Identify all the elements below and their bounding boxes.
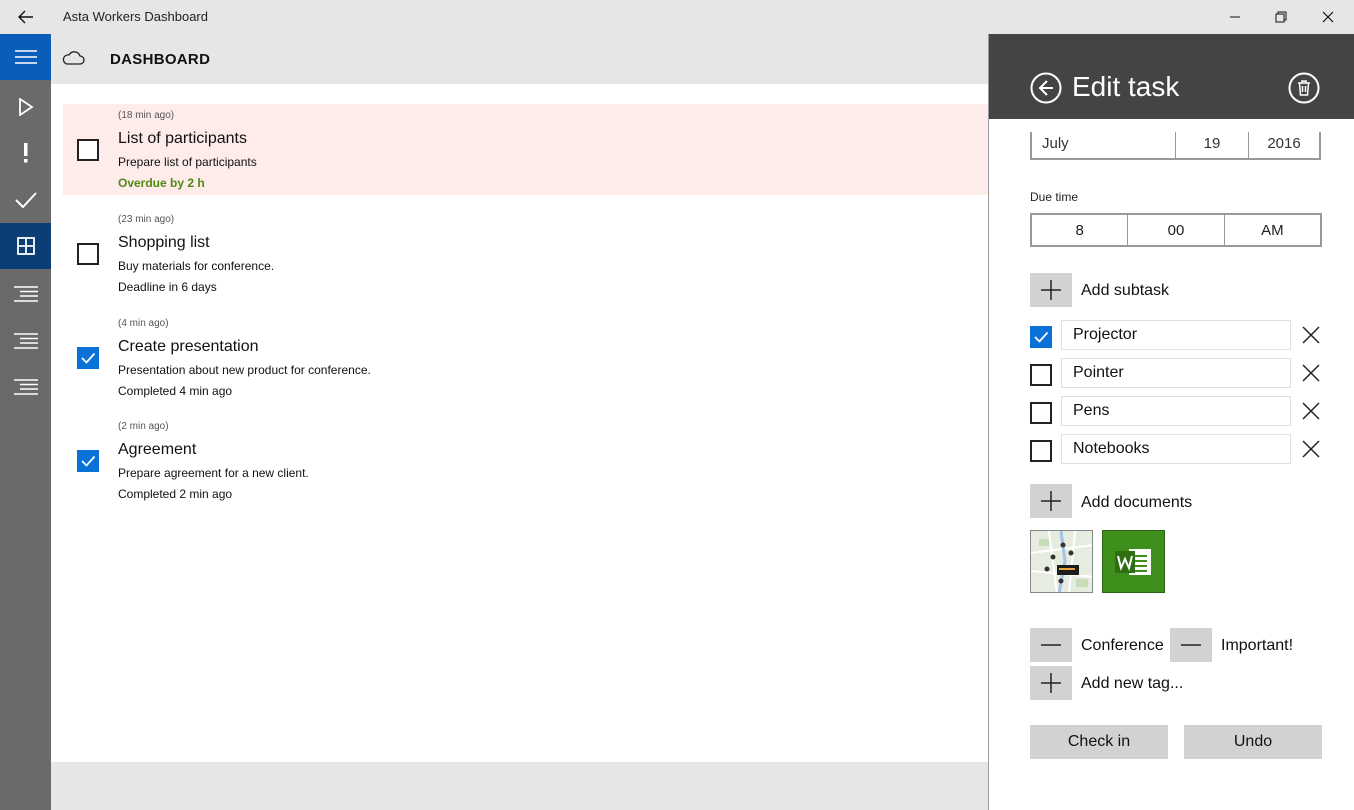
task-time-ago: (23 min ago) [118,214,175,225]
minimize-button[interactable] [1212,0,1258,34]
close-window-button[interactable] [1305,0,1351,34]
task-description: Prepare agreement for a new client. [118,466,309,480]
task-status: Overdue by 2 h [118,176,205,190]
remove-tag-button[interactable] [1170,628,1212,662]
task-status: Completed 2 min ago [118,487,233,501]
subtask-input[interactable]: Notebooks [1061,434,1291,464]
due-date-day[interactable]: 19 [1176,132,1249,158]
task-status: Deadline in 6 days [118,280,217,294]
subtask-checkbox[interactable] [1030,440,1052,462]
list-icon[interactable] [0,318,51,364]
nav-rail [0,34,51,810]
edit-panel-title: Edit task [1072,71,1180,102]
minus-icon [1181,644,1201,646]
task-status: Completed 4 min ago [118,384,233,398]
task-time-ago: (18 min ago) [118,110,175,121]
exclamation-icon[interactable] [0,130,51,176]
page-header: DASHBOARD [51,34,988,84]
page-title: DASHBOARD [110,51,211,68]
edit-task-panel: Edit task July 19 2016 Due time 8 00 AM … [988,34,1354,810]
due-date-month[interactable]: July [1032,132,1176,158]
back-circle-icon[interactable] [1030,72,1062,104]
tag-label: Important! [1221,637,1294,654]
restore-button[interactable] [1258,0,1304,34]
hamburger-icon[interactable] [0,34,51,80]
add-tag-button[interactable] [1030,666,1072,700]
due-date-year[interactable]: 2016 [1249,132,1319,158]
add-subtask-button[interactable] [1030,273,1072,307]
task-title: Create presentation [118,338,259,355]
remove-subtask-icon[interactable] [1299,323,1323,347]
undo-button[interactable]: Undo [1184,725,1322,759]
checkmark-icon [81,352,96,364]
due-time-ampm[interactable]: AM [1225,215,1320,245]
list-icon[interactable] [0,364,51,410]
check-in-button[interactable]: Check in [1030,725,1168,759]
due-time-picker[interactable]: 8 00 AM [1030,213,1322,247]
grid-icon[interactable] [0,223,51,269]
due-time-label: Due time [1030,190,1079,204]
task-checkbox[interactable] [77,139,99,161]
play-icon[interactable] [0,84,51,130]
task-time-ago: (4 min ago) [118,318,169,329]
bottom-bar [51,762,988,810]
window-title: Asta Workers Dashboard [63,9,208,24]
task-title: List of participants [118,130,247,147]
cloud-icon[interactable] [61,50,85,71]
check-icon[interactable] [0,177,51,223]
plus-icon [1041,673,1061,693]
word-document-thumbnail[interactable] [1102,530,1165,593]
subtask-input[interactable]: Projector [1061,320,1291,350]
back-arrow-icon[interactable] [8,0,44,34]
word-icon [1114,548,1151,575]
subtask-checkbox[interactable] [1030,326,1052,348]
task-item[interactable]: (4 min ago) Create presentation Presenta… [63,312,988,403]
remove-tag-button[interactable] [1030,628,1072,662]
task-list: (18 min ago) List of participants Prepar… [51,84,988,762]
task-item[interactable]: (23 min ago) Shopping list Buy materials… [63,208,988,299]
add-documents-label[interactable]: Add documents [1081,494,1192,512]
list-icon[interactable] [0,271,51,317]
delete-icon[interactable] [1288,72,1320,104]
title-bar: Asta Workers Dashboard [0,0,1354,34]
due-time-minute[interactable]: 00 [1128,215,1225,245]
remove-subtask-icon[interactable] [1299,437,1323,461]
task-description: Prepare list of participants [118,155,257,169]
task-title: Shopping list [118,234,210,251]
task-description: Presentation about new product for confe… [118,363,371,377]
subtask-input[interactable]: Pointer [1061,358,1291,388]
task-checkbox[interactable] [77,450,99,472]
task-title: Agreement [118,441,197,458]
add-subtask-label[interactable]: Add subtask [1081,282,1169,300]
tag-label: Conference [1081,637,1164,654]
task-checkbox[interactable] [77,243,99,265]
add-documents-button[interactable] [1030,484,1072,518]
remove-subtask-icon[interactable] [1299,399,1323,423]
plus-icon [1041,491,1061,511]
task-item[interactable]: (18 min ago) List of participants Prepar… [63,104,988,195]
subtask-input[interactable]: Pens [1061,396,1291,426]
edit-panel-header: Edit task [989,34,1354,119]
minus-icon [1041,644,1061,646]
map-image-thumbnail[interactable] [1030,530,1093,593]
plus-icon [1041,280,1061,300]
due-time-hour[interactable]: 8 [1032,215,1129,245]
task-item[interactable]: (2 min ago) Agreement Prepare agreement … [63,415,988,506]
task-description: Buy materials for conference. [118,259,275,273]
task-time-ago: (2 min ago) [118,421,169,432]
task-checkbox[interactable] [77,347,99,369]
subtask-checkbox[interactable] [1030,402,1052,424]
remove-subtask-icon[interactable] [1299,361,1323,385]
add-tag-label[interactable]: Add new tag... [1081,675,1183,693]
subtask-checkbox[interactable] [1030,364,1052,386]
due-date-picker[interactable]: July 19 2016 [1030,132,1321,160]
checkmark-icon [1034,331,1049,343]
checkmark-icon [81,455,96,467]
